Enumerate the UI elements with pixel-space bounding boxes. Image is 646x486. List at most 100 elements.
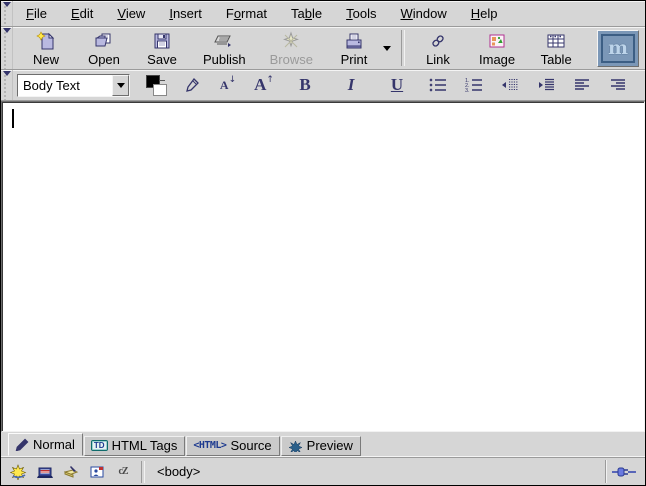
bullet-list-button[interactable] [425,72,451,98]
link-label: Link [426,52,450,67]
normal-mode-icon [15,438,29,451]
menu-file-label: File [26,6,47,21]
tab-html-tags[interactable]: TD HTML Tags [84,436,185,456]
toolbar-separator [401,30,405,66]
bullet-list-icon [428,77,448,93]
print-label: Print [341,52,368,67]
publish-label: Publish [203,52,246,67]
align-right-button[interactable] [605,72,631,98]
tab-source[interactable]: <HTML> Source [186,436,279,456]
outdent-icon [500,77,520,93]
menu-help[interactable]: Help [462,3,507,24]
increase-font-size-button[interactable]: A↑ [251,72,277,98]
browse-icon [280,30,302,52]
status-bar: cZ <body> [1,456,645,486]
toolbar-grippy[interactable] [1,27,13,69]
mail-component-button[interactable] [33,462,57,482]
italic-button[interactable]: I [338,72,364,98]
mail-icon [36,464,54,480]
format-toolbar: Body Text A↓ A↑ B I U [1,70,645,101]
edit-mode-tabbar: Normal TD HTML Tags <HTML> Source Previe… [1,432,645,456]
menu-window[interactable]: Window [392,3,456,24]
composer-icon [62,464,80,480]
main-toolbar: New Open [1,27,645,70]
menu-table-label: Table [291,6,322,21]
addressbook-icon [88,464,106,480]
save-label: Save [147,52,177,67]
paragraph-style-dropdown-button[interactable] [112,75,129,96]
structure-bar-element[interactable]: <body> [151,464,206,479]
align-left-button[interactable] [569,72,595,98]
publish-button[interactable]: Publish [193,27,256,70]
document-edit-area[interactable] [1,101,645,432]
menu-file[interactable]: File [17,3,56,24]
mozilla-logo: m [601,34,635,63]
composer-window: File Edit View Insert Format Table Tools… [0,0,646,486]
addressbook-component-button[interactable] [85,462,109,482]
tab-preview[interactable]: Preview [281,436,361,456]
online-plug-icon [611,465,637,479]
outdent-button[interactable] [497,72,523,98]
menu-tools-label: Tools [346,6,376,21]
increase-font-letter: A [254,75,266,95]
link-button[interactable]: Link [411,27,465,70]
browse-label: Browse [270,52,313,67]
preview-icon [288,440,303,452]
open-button[interactable]: Open [77,27,131,70]
mozilla-throbber-button[interactable]: m [597,30,639,67]
menu-edit[interactable]: Edit [62,3,102,24]
new-button[interactable]: New [19,27,73,70]
tab-html-tags-label: HTML Tags [112,438,178,453]
statusbar-separator [141,461,145,483]
menu-format[interactable]: Format [217,3,276,24]
save-disk-icon [151,30,173,52]
tab-source-label: Source [230,438,271,453]
browse-button[interactable]: Browse [260,27,323,70]
table-button[interactable]: Table [529,27,583,70]
image-icon [486,30,508,52]
table-label: Table [541,52,572,67]
html-source-icon: <HTML> [193,440,226,451]
tab-normal[interactable]: Normal [8,433,83,456]
menu-table[interactable]: Table [282,3,331,24]
new-label: New [33,52,59,67]
color-picker-tick [159,80,165,81]
background-color-swatch [153,84,167,96]
print-button[interactable]: Print [327,27,381,70]
save-button[interactable]: Save [135,27,189,70]
decrease-font-letter: A [220,78,229,93]
paragraph-style-value: Body Text [18,75,112,96]
menu-view[interactable]: View [108,3,154,24]
print-icon [342,30,366,52]
menu-edit-label: Edit [71,6,93,21]
paragraph-style-select[interactable]: Body Text [17,74,130,97]
svg-text:3.: 3. [465,88,470,93]
italic-letter: I [348,75,355,95]
print-dropdown-arrow[interactable] [383,46,391,51]
numbered-list-button[interactable]: 1. 2. 3. [461,72,487,98]
menubar-grippy[interactable] [1,1,13,26]
decrease-font-size-button[interactable]: A↓ [215,72,241,98]
text-caret [12,109,14,128]
numbered-list-icon: 1. 2. 3. [464,77,484,93]
image-label: Image [479,52,515,67]
new-page-icon [35,30,57,52]
indent-button[interactable] [533,72,559,98]
highlight-color-button[interactable] [179,72,205,98]
underline-button[interactable]: U [384,72,410,98]
formatbar-grippy[interactable] [1,70,13,100]
menu-tools[interactable]: Tools [337,3,385,24]
text-color-picker[interactable] [146,75,168,95]
menu-insert[interactable]: Insert [160,3,211,24]
menu-view-label: View [117,6,145,21]
navigator-component-button[interactable] [7,462,31,482]
image-button[interactable]: Image [469,27,525,70]
align-right-icon [608,77,628,93]
align-left-icon [572,77,592,93]
online-status-button[interactable] [605,460,642,483]
chatzilla-icon: cZ [118,466,127,477]
bold-button[interactable]: B [292,72,318,98]
composer-component-button[interactable] [59,462,83,482]
html-tags-icon: TD [91,440,108,451]
chatzilla-component-button[interactable]: cZ [111,462,135,482]
